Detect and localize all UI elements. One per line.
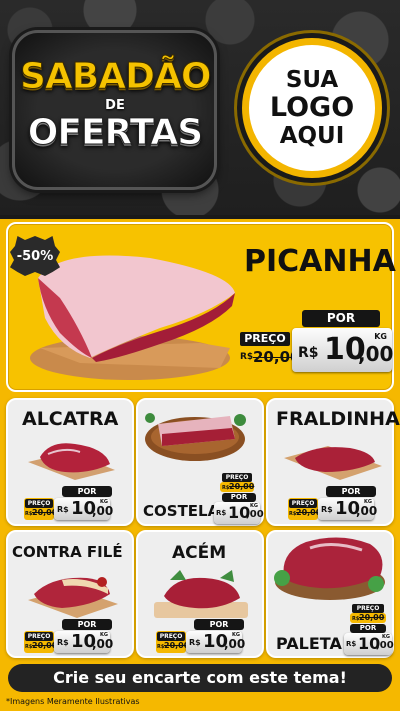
paleta-image [274,537,385,600]
logo-text-3: AQUI [279,123,345,149]
logo-text-2: LOGO [269,92,355,123]
old-currency: R$ [240,352,254,362]
cta-button[interactable]: Crie seu encarte com este tema! [8,664,392,692]
por-label: POR [302,310,380,327]
disclaimer-text: *Imagens Meramente Ilustrativas [6,697,140,706]
acem-image [154,570,248,618]
title-ofertas: OFERTAS [27,112,203,154]
product-name: COSTELA [143,502,220,520]
product-name: CONTRA FILÉ [12,543,123,561]
costela-image [145,413,246,461]
title-sabadao: SABADÃO [20,56,212,98]
product-name: ALCATRA [22,408,119,430]
title-de: DE [105,98,125,113]
product-name: ACÉM [172,543,227,563]
product-name: FRALDINHA [276,408,400,430]
preco-label: PREÇO [240,332,290,346]
fraldinha-image [284,446,382,480]
new-price: R$ 10 ,00 KG [292,328,393,372]
logo-text-1: SUA [285,67,339,93]
alcatra-image [28,443,115,480]
product-name: PALETA [276,634,342,653]
discount-badge: -50% [10,236,60,276]
featured-name: PICANHA [244,244,396,279]
logo-placeholder[interactable]: SUA LOGO AQUI [242,38,382,178]
contra-file-image [28,577,118,618]
